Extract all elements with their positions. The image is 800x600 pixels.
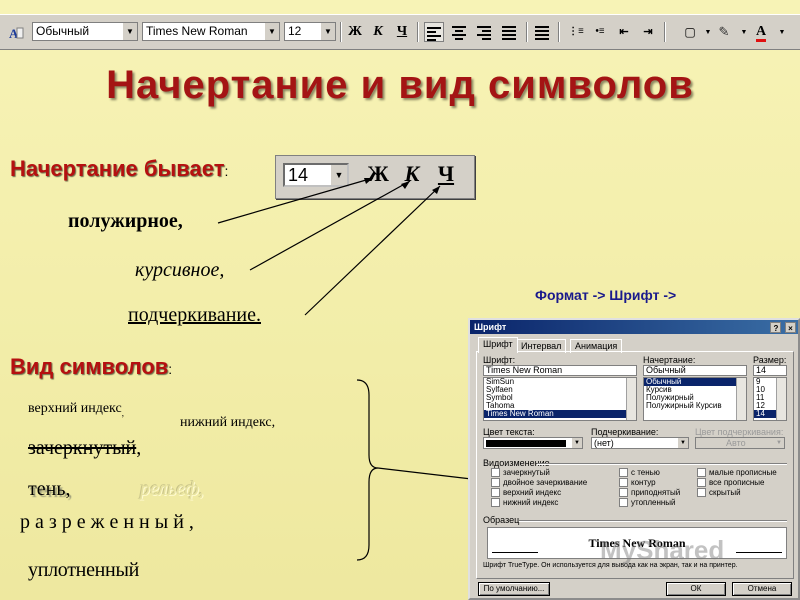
style-input[interactable]: Обычный	[643, 365, 747, 376]
checkbox[interactable]	[491, 468, 500, 478]
checkbox-engrave[interactable]: утопленный	[619, 498, 676, 508]
checkbox-double-strikethrough[interactable]: двойное зачеркивание	[491, 478, 588, 488]
dialog-title: Шрифт	[474, 322, 507, 332]
checkbox[interactable]	[619, 498, 628, 508]
color-swatch	[486, 440, 566, 448]
underline-color-value: Авто	[726, 438, 746, 448]
text-color-dropdown[interactable]: ▼	[483, 437, 583, 449]
ok-button[interactable]: ОК	[666, 582, 726, 596]
checkbox-label: все прописные	[709, 478, 765, 487]
watermark: MyShared	[600, 535, 725, 565]
size-input[interactable]: 14	[753, 365, 787, 376]
dialog-titlebar: Шрифт ? ×	[470, 320, 798, 334]
group-divider	[537, 463, 787, 465]
checkbox-label: скрытый	[709, 488, 741, 497]
checkbox-label: контур	[631, 478, 656, 487]
style-label: Начертание:	[643, 355, 696, 365]
style-listbox[interactable]: Обычный Курсив Полужирный Полужирный Кур…	[643, 377, 747, 421]
underline-color-label: Цвет подчеркивания:	[695, 427, 784, 437]
checkbox-hidden[interactable]: скрытый	[697, 488, 741, 498]
checkbox-label: с тенью	[631, 468, 660, 477]
checkbox-label: двойное зачеркивание	[503, 478, 588, 487]
preview-baseline	[736, 552, 782, 553]
checkbox-strikethrough[interactable]: зачеркнутый	[491, 468, 550, 478]
close-button[interactable]: ×	[785, 322, 796, 333]
scrollbar[interactable]	[736, 378, 746, 420]
checkbox[interactable]	[619, 478, 628, 488]
checkbox-all-caps[interactable]: все прописные	[697, 478, 765, 488]
checkbox-superscript[interactable]: верхний индекс	[491, 488, 562, 498]
checkbox[interactable]	[697, 478, 706, 488]
list-item-selected[interactable]: Times New Roman	[484, 410, 636, 418]
menu-path-label: Формат -> Шрифт ->	[535, 287, 677, 303]
scrollbar[interactable]	[776, 378, 786, 420]
checkbox[interactable]	[697, 468, 706, 478]
checkbox[interactable]	[697, 488, 706, 498]
checkbox-label: утопленный	[631, 498, 676, 507]
chevron-down-icon[interactable]: ▼	[774, 438, 784, 448]
checkbox-label: малые прописные	[709, 468, 777, 477]
checkbox-shadow[interactable]: с тенью	[619, 468, 660, 478]
underline-value: (нет)	[594, 438, 614, 448]
underline-color-dropdown[interactable]: Авто ▼	[695, 437, 785, 449]
help-button[interactable]: ?	[770, 322, 782, 333]
checkbox[interactable]	[619, 468, 628, 478]
chevron-down-icon[interactable]: ▼	[678, 438, 688, 448]
size-label: Размер:	[753, 355, 787, 365]
underline-dropdown[interactable]: (нет) ▼	[591, 437, 689, 449]
checkbox-outline[interactable]: контур	[619, 478, 656, 488]
preview-label: Образец	[483, 515, 520, 525]
checkbox[interactable]	[491, 488, 500, 498]
text-color-label: Цвет текста:	[483, 427, 535, 437]
font-listbox[interactable]: SimSun Sylfaen Symbol Tahoma Times New R…	[483, 377, 637, 421]
checkbox[interactable]	[619, 488, 628, 498]
font-label: Шрифт:	[483, 355, 516, 365]
scrollbar[interactable]	[626, 378, 636, 420]
set-default-button[interactable]: По умолчанию...	[478, 582, 550, 596]
size-listbox[interactable]: 9 10 11 12 14	[753, 377, 787, 421]
checkbox-label: нижний индекс	[503, 498, 559, 507]
chevron-down-icon[interactable]: ▼	[572, 438, 582, 448]
list-item[interactable]: Полужирный Курсив	[644, 402, 746, 410]
font-name-input[interactable]: Times New Roman	[483, 365, 637, 376]
checkbox-emboss[interactable]: приподнятый	[619, 488, 681, 498]
checkbox-small-caps[interactable]: малые прописные	[697, 468, 777, 478]
checkbox[interactable]	[491, 498, 500, 508]
preview-baseline	[492, 552, 538, 553]
checkbox-label: верхний индекс	[503, 488, 562, 497]
checkbox[interactable]	[491, 478, 500, 488]
group-divider	[519, 520, 787, 522]
cancel-button[interactable]: Отмена	[732, 582, 792, 596]
checkbox-label: зачеркнутый	[503, 468, 550, 477]
checkbox-subscript[interactable]: нижний индекс	[491, 498, 559, 508]
checkbox-label: приподнятый	[631, 488, 681, 497]
underline-label: Подчеркивание:	[591, 427, 659, 437]
tab-font[interactable]: Шрифт	[478, 337, 518, 353]
